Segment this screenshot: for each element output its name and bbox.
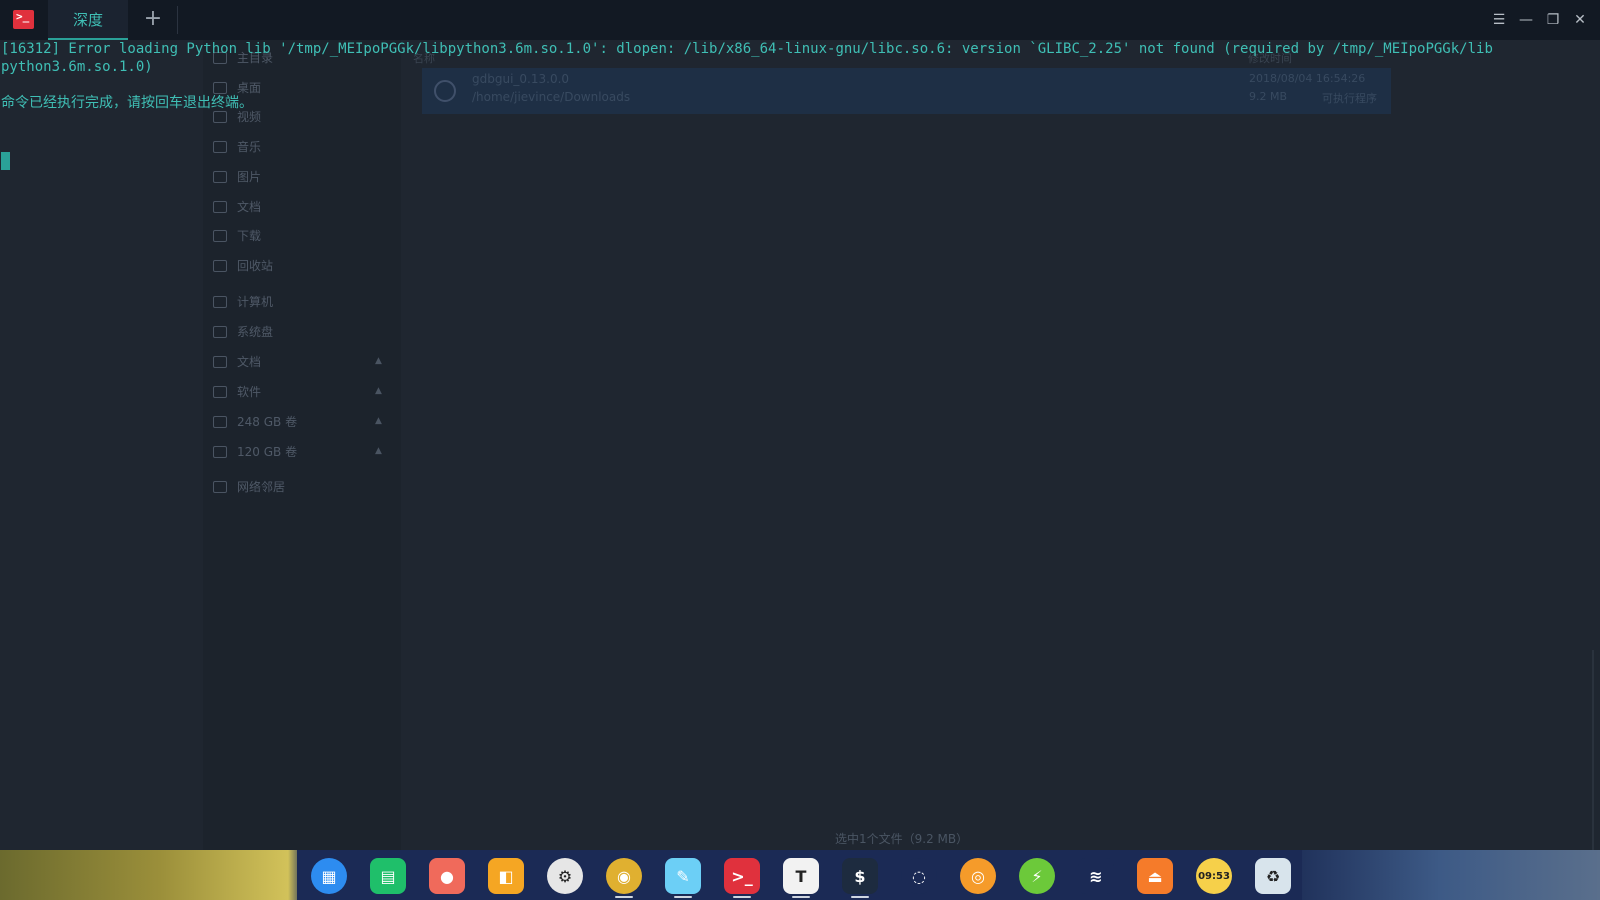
taskbar: ▦ ▤ ● ◧ ⚙ ◉ ✎ >_ T $ ◌ ◎ ⚡ ≋ ⏏ 09:53 ♻ bbox=[0, 850, 1600, 900]
sidebar-item-documents: 文档 bbox=[213, 197, 261, 217]
trash-icon bbox=[213, 260, 227, 272]
disk-icon bbox=[213, 356, 227, 368]
typora-icon[interactable]: T bbox=[783, 858, 819, 894]
terminal-line: [16312] Error loading Python lib '/tmp/_… bbox=[1, 41, 1493, 57]
terminal-titlebar: >_ 深度 + ☰ — ❐ ✕ bbox=[0, 0, 1600, 40]
tab-divider bbox=[177, 6, 178, 34]
trash-icon[interactable]: ♻ bbox=[1255, 858, 1291, 894]
sidebar-item-downloads: 下载 bbox=[213, 226, 261, 246]
terminal-line: python3.6m.so.1.0) bbox=[1, 59, 153, 75]
running-indicator bbox=[733, 896, 751, 898]
screenshot-icon[interactable]: ◌ bbox=[901, 858, 937, 894]
power-icon[interactable]: ⚡ bbox=[1019, 858, 1055, 894]
terminal-scrollbar[interactable] bbox=[1592, 650, 1594, 850]
tab-deepin[interactable]: 深度 bbox=[48, 0, 128, 40]
running-indicator bbox=[792, 896, 810, 898]
wifi-icon[interactable]: ≋ bbox=[1078, 858, 1114, 894]
shell-icon[interactable]: $ bbox=[842, 858, 878, 894]
computer-icon bbox=[213, 296, 227, 308]
sidebar-item-doc-volume: 文档 bbox=[213, 352, 261, 372]
maximize-button[interactable]: ❐ bbox=[1542, 9, 1564, 31]
status-bar-text: 选中1个文件（9.2 MB） bbox=[835, 832, 969, 846]
sidebar-item-system-disk: 系统盘 bbox=[213, 322, 273, 342]
minimize-button[interactable]: — bbox=[1515, 9, 1537, 31]
launcher-icon[interactable]: ▦ bbox=[311, 858, 347, 894]
disk-icon bbox=[213, 326, 227, 338]
new-tab-button[interactable]: + bbox=[141, 8, 165, 32]
disk-icon bbox=[213, 416, 227, 428]
app-store-icon[interactable]: ◧ bbox=[488, 858, 524, 894]
chrome-icon[interactable]: ◉ bbox=[606, 858, 642, 894]
terminal-app-icon: >_ bbox=[13, 10, 34, 29]
disk-icon bbox=[213, 386, 227, 398]
settings-icon[interactable]: ⚙ bbox=[547, 858, 583, 894]
eject-icon: ▲ bbox=[375, 386, 382, 396]
eject-icon: ▲ bbox=[375, 446, 382, 456]
dock: ▦ ▤ ● ◧ ⚙ ◉ ✎ >_ T $ ◌ ◎ ⚡ ≋ ⏏ 09:53 ♻ bbox=[297, 850, 1302, 900]
clock-icon[interactable]: 09:53 bbox=[1196, 858, 1232, 894]
terminal-glyph: >_ bbox=[16, 10, 30, 23]
sidebar-item-software: 软件 bbox=[213, 382, 261, 402]
menu-button[interactable]: ☰ bbox=[1488, 9, 1510, 31]
running-indicator bbox=[674, 896, 692, 898]
text-editor-icon[interactable]: ✎ bbox=[665, 858, 701, 894]
download-icon bbox=[213, 230, 227, 242]
network-icon bbox=[213, 481, 227, 493]
music-icon bbox=[213, 141, 227, 153]
terminal-cursor bbox=[1, 152, 10, 170]
terminal-icon[interactable]: >_ bbox=[724, 858, 760, 894]
picture-icon bbox=[213, 171, 227, 183]
eject-icon: ▲ bbox=[375, 356, 382, 366]
file-manager-icon[interactable]: ▤ bbox=[370, 858, 406, 894]
terminal-output[interactable]: [16312] Error loading Python lib '/tmp/_… bbox=[0, 40, 1600, 170]
sidebar-item-pictures: 图片 bbox=[213, 167, 261, 187]
screen-recorder-icon[interactable]: ● bbox=[429, 858, 465, 894]
browser-icon[interactable]: ◎ bbox=[960, 858, 996, 894]
eject-icon: ▲ bbox=[375, 416, 382, 426]
sidebar-item-248gb: 248 GB 卷 bbox=[213, 412, 297, 432]
document-icon bbox=[213, 201, 227, 213]
sidebar-item-network: 网络邻居 bbox=[213, 477, 285, 497]
sidebar-item-computer: 计算机 bbox=[213, 292, 273, 312]
terminal-line: 命令已经执行完成，请按回车退出终端。 bbox=[1, 95, 253, 111]
running-indicator bbox=[851, 896, 869, 898]
running-indicator bbox=[615, 896, 633, 898]
file-manager-sidebar: 主目录 桌面 视频 音乐 图片 文档 下载 回收站 计算机 系统盘 文档 ▲ 软… bbox=[203, 40, 401, 850]
background-file-manager: 主目录 桌面 视频 音乐 图片 文档 下载 回收站 计算机 系统盘 文档 ▲ 软… bbox=[0, 40, 1600, 850]
close-button[interactable]: ✕ bbox=[1569, 9, 1591, 31]
eject-icon[interactable]: ⏏ bbox=[1137, 858, 1173, 894]
sidebar-item-trash: 回收站 bbox=[213, 256, 273, 276]
sidebar-item-music: 音乐 bbox=[213, 137, 261, 157]
disk-icon bbox=[213, 446, 227, 458]
sidebar-item-120gb: 120 GB 卷 bbox=[213, 442, 297, 462]
